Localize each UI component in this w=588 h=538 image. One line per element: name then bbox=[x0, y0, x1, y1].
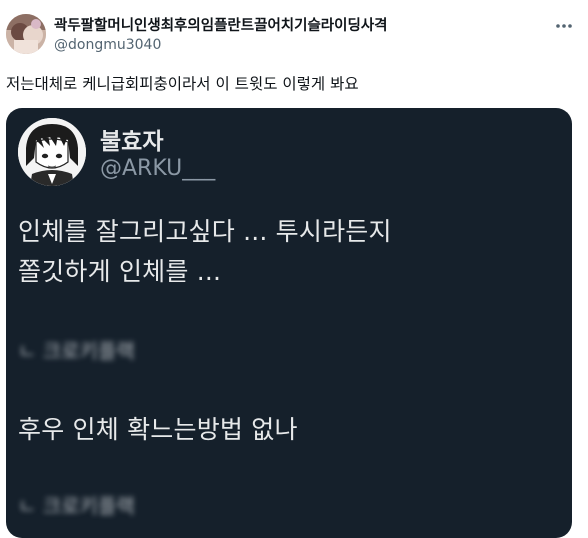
embedded-author-name: 불효자 bbox=[100, 129, 164, 155]
author-handle[interactable]: @dongmu3040 bbox=[54, 37, 161, 53]
embedded-author-avatar bbox=[18, 118, 86, 186]
tweet-card: 곽두팔할머니인생최후의임플란트끌어치기슬라이딩사격 @dongmu3040 저는… bbox=[0, 0, 588, 538]
embedded-avatar-image bbox=[18, 118, 86, 186]
tweet-text: 저는대체로 케니급회피충이라서 이 트윗도 이렇게 봐요 bbox=[6, 75, 359, 93]
embedded-text-line-3: 후우 인체 확느는방법 없나 bbox=[18, 415, 298, 444]
embedded-tweet-image[interactable]: 불효자 @ARKU___ 인체를 잘그리고싶다 ... 투시라든지 쫄깃하게 인… bbox=[6, 108, 572, 538]
author-name[interactable]: 곽두팔할머니인생최후의임플란트끌어치기슬라이딩사격 bbox=[54, 14, 388, 35]
blurred-reply-2: ㄴ 크로키플랙 bbox=[18, 494, 135, 518]
more-horizontal-icon bbox=[556, 24, 572, 28]
avatar-image bbox=[6, 14, 46, 54]
author-avatar[interactable] bbox=[6, 14, 46, 54]
embedded-text-line-1: 인체를 잘그리고싶다 ... 투시라든지 bbox=[18, 217, 392, 246]
more-options-button[interactable] bbox=[552, 14, 576, 38]
embedded-author-handle: @ARKU___ bbox=[100, 156, 216, 181]
blurred-reply-1: ㄴ 크로키플랙 bbox=[18, 339, 135, 363]
embedded-text-line-2: 쫄깃하게 인체를 ... bbox=[18, 257, 222, 286]
